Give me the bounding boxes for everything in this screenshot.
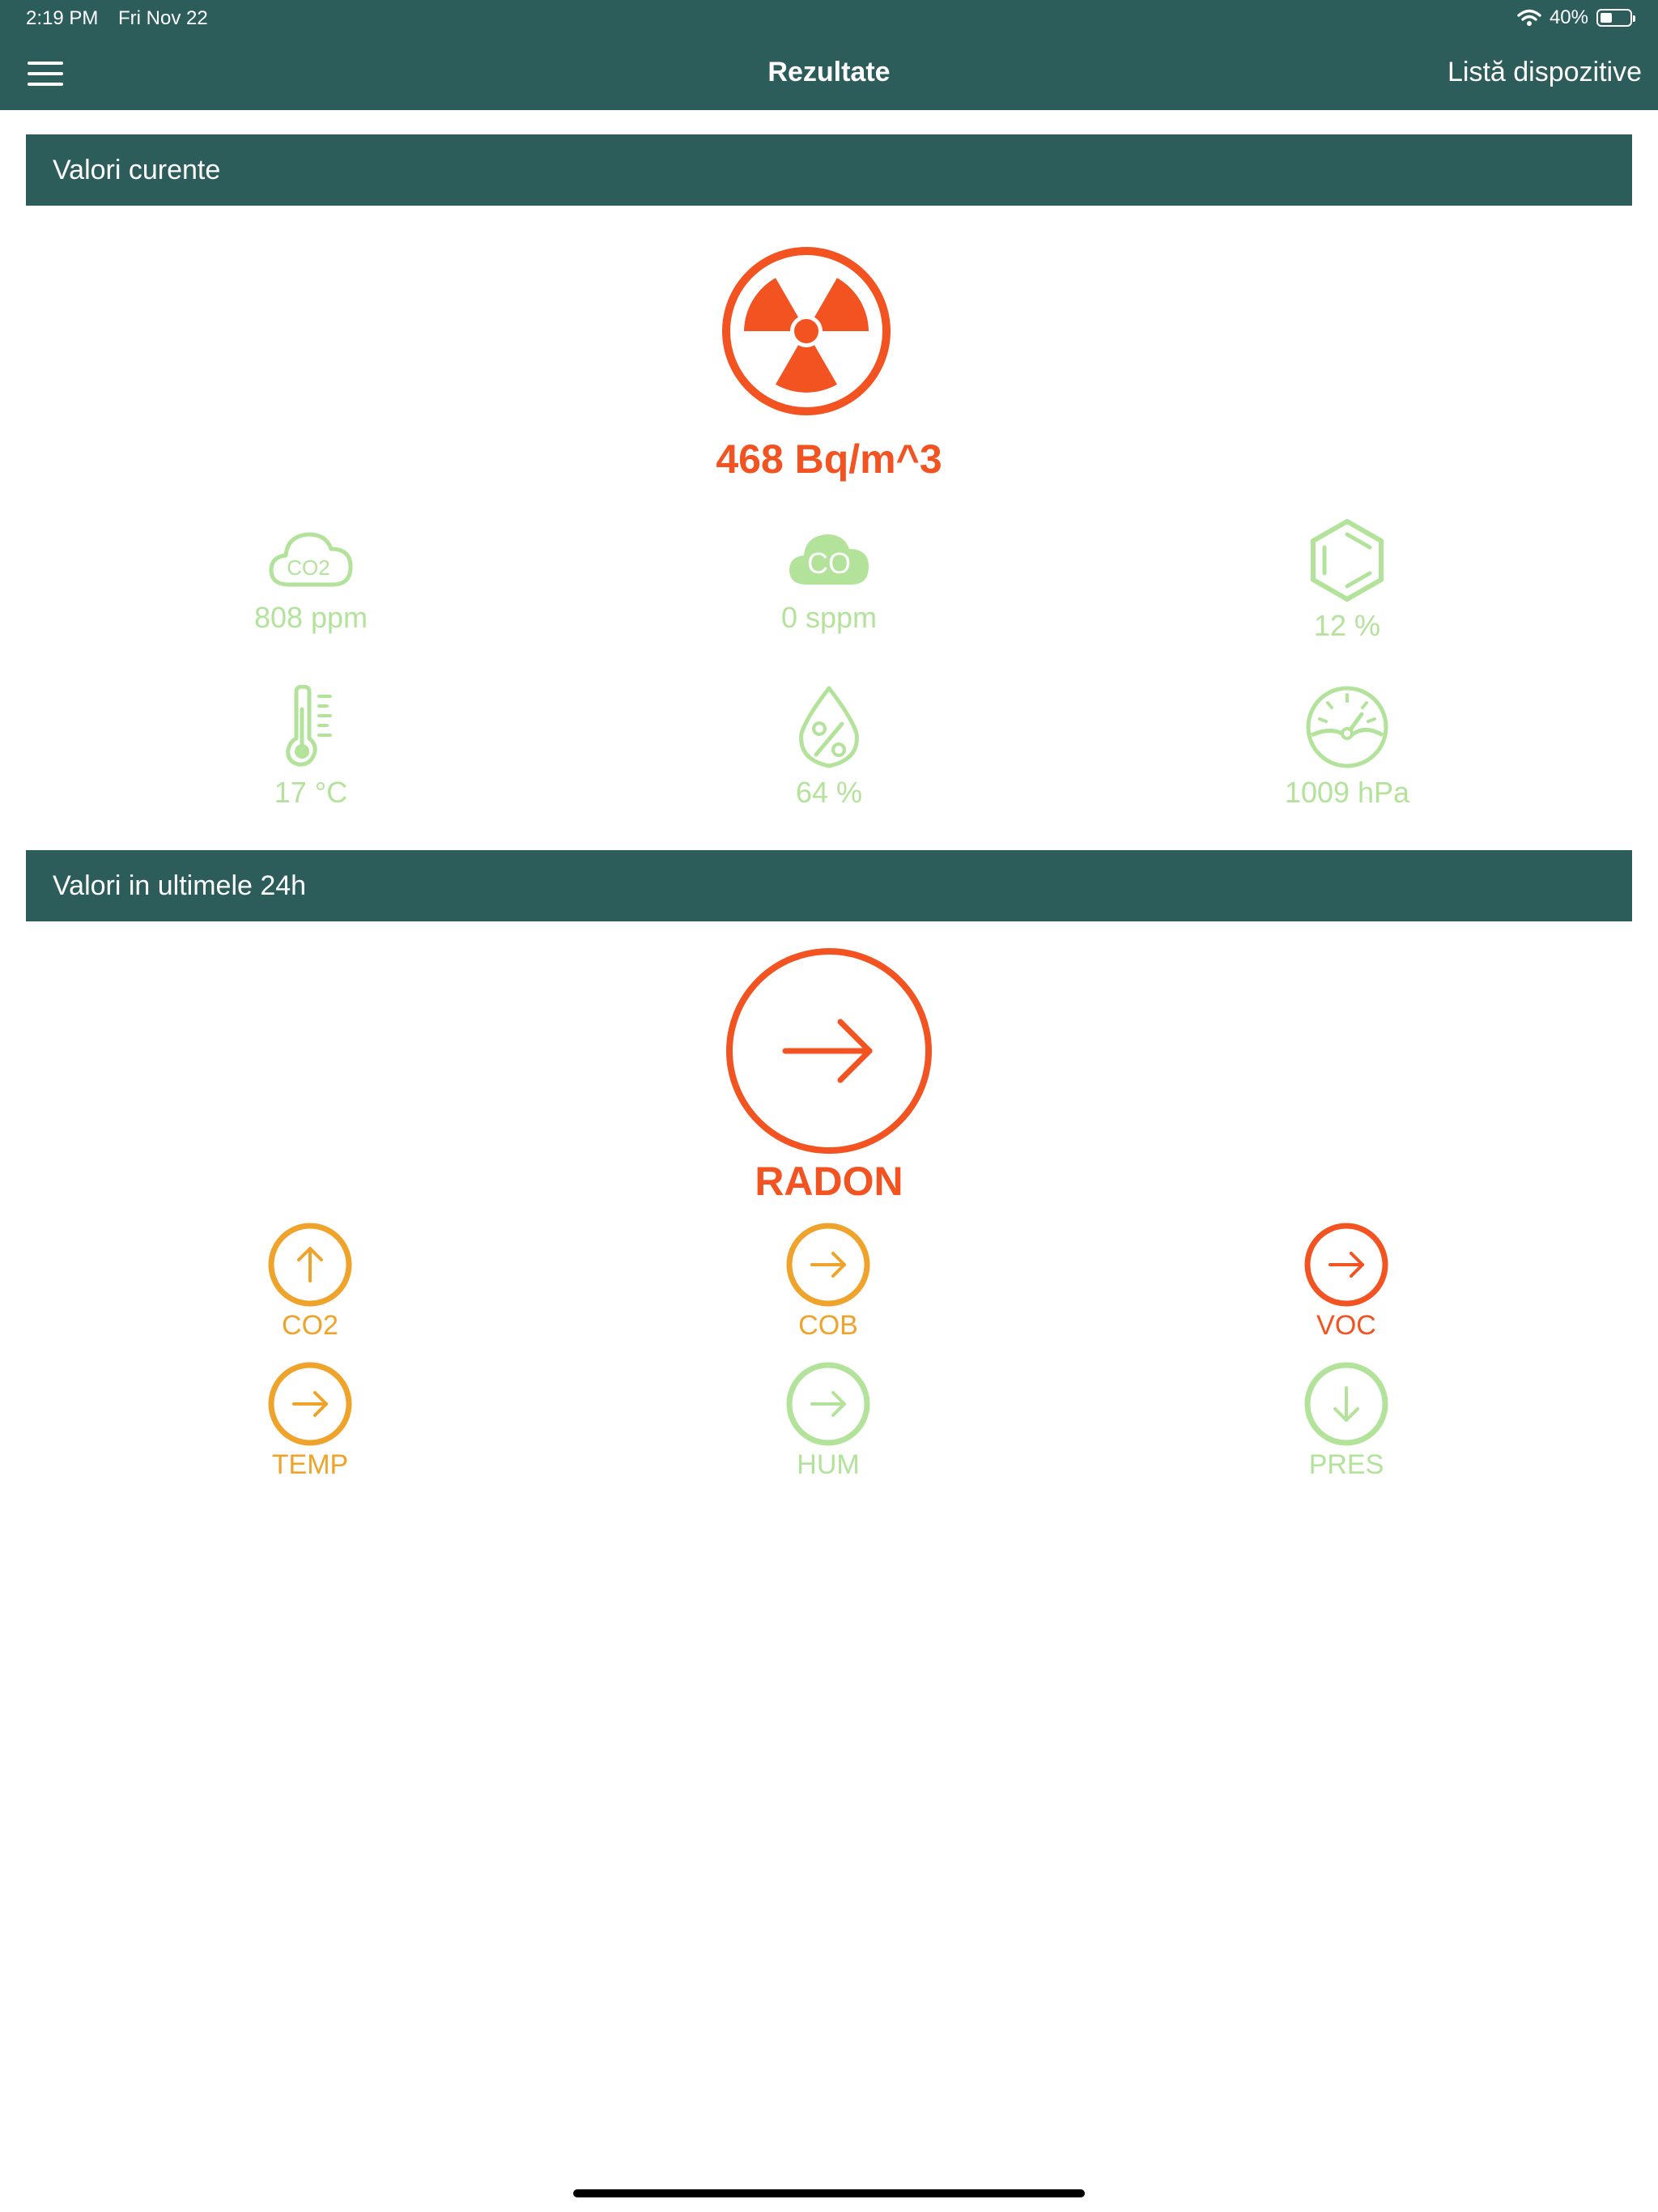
battery-icon [1596, 9, 1635, 27]
trend-arrow-icon [268, 1362, 352, 1446]
trend-voc[interactable]: VOC [1225, 1223, 1468, 1342]
home-indicator [573, 2189, 1085, 2197]
trend-arrow-icon [1304, 1362, 1388, 1446]
battery-percent: 40% [1549, 6, 1588, 28]
metric-co: CO 0 sppm [667, 525, 991, 635]
trend-label: CO2 [282, 1310, 338, 1341]
wifi-icon [1517, 9, 1541, 26]
trend-cob[interactable]: COB [707, 1223, 950, 1342]
radon-trend-label: RADON [755, 1159, 903, 1204]
device-list-button[interactable]: Listă dispozitive [1448, 57, 1642, 88]
radiation-icon [722, 247, 891, 415]
battery-fill [1601, 13, 1612, 23]
radon-trend-arrow-icon[interactable] [724, 946, 934, 1156]
trend-label: TEMP [271, 1449, 349, 1480]
metric-temperature: 17 °C [149, 685, 473, 810]
trend-arrow-icon [786, 1362, 870, 1446]
metric-voc: 12 % [1185, 518, 1509, 643]
trend-hum[interactable]: HUM [707, 1362, 950, 1481]
trend-label: VOC [1316, 1310, 1376, 1341]
metric-humidity: 64 % [667, 685, 991, 810]
trend-label: COB [798, 1310, 858, 1341]
metric-pressure: 1009 hPa [1185, 685, 1509, 810]
trend-label: PRES [1308, 1449, 1384, 1480]
co-cloud-icon: CO [789, 534, 869, 585]
co2-icon-text: CO2 [287, 555, 329, 580]
trend-co2[interactable]: CO2 [189, 1223, 432, 1342]
status-right: 40% [1517, 6, 1635, 29]
thermometer-icon [286, 685, 332, 767]
co2-cloud-icon: CO2 [269, 532, 353, 587]
metric-co2: CO2 808 ppm [149, 525, 473, 635]
last-24h-header: Valori in ultimele 24h [26, 850, 1632, 921]
benzene-ring-icon [1311, 519, 1384, 602]
metric-value: 1009 hPa [1284, 776, 1410, 809]
current-values-header: Valori curente [26, 134, 1632, 206]
metric-value: 17 °C [274, 776, 348, 809]
pressure-gauge-icon [1306, 686, 1388, 768]
page-title: Rezultate [767, 57, 891, 87]
nav-bar: Rezultate Listă dispozitive [0, 37, 1658, 110]
trend-pres[interactable]: PRES [1225, 1362, 1468, 1481]
metric-value: 64 % [795, 776, 863, 809]
trend-arrow-icon [268, 1223, 352, 1307]
metric-value: 0 sppm [780, 601, 878, 634]
radon-value: 468 Bq/m^3 [716, 436, 942, 482]
trend-label: HUM [797, 1449, 860, 1480]
status-date: Fri Nov 22 [118, 7, 208, 29]
co-icon-text: CO [807, 547, 851, 580]
trend-arrow-icon [1304, 1223, 1388, 1307]
metric-value: 808 ppm [253, 601, 368, 634]
humidity-drop-icon [799, 686, 859, 768]
status-time: 2:19 PM [26, 7, 99, 29]
trend-temp[interactable]: TEMP [189, 1362, 432, 1481]
status-bar: 2:19 PM Fri Nov 22 40% [0, 0, 1658, 37]
battery-cap [1633, 15, 1635, 22]
metric-value: 12 % [1313, 609, 1381, 642]
trend-arrow-icon [786, 1223, 870, 1307]
